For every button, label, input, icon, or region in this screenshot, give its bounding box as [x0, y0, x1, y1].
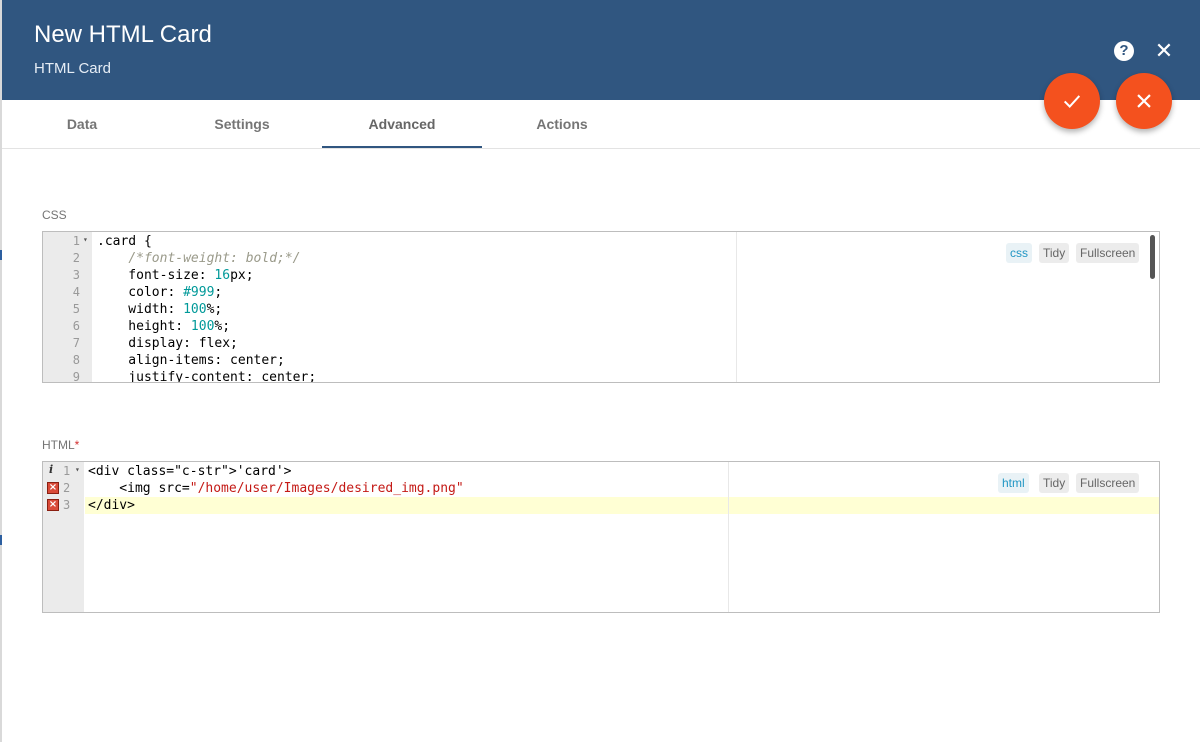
required-mark: *	[74, 438, 80, 452]
css-fullscreen-button[interactable]: Fullscreen	[1076, 243, 1140, 263]
code-line: font-size: 16px;	[97, 268, 254, 283]
error-icon: ×	[47, 499, 59, 511]
edge-mark	[0, 250, 2, 260]
code-line: </div>	[88, 498, 135, 513]
line-number: 9	[72, 370, 80, 383]
tab-settings[interactable]: Settings	[162, 100, 322, 148]
html-mode-badge: html	[998, 473, 1029, 493]
tab-advanced[interactable]: Advanced	[322, 100, 482, 148]
line-number: 7	[72, 336, 80, 350]
html-tidy-button[interactable]: Tidy	[1039, 473, 1070, 493]
error-icon: ×	[47, 482, 59, 494]
line-number: 2	[72, 251, 80, 265]
info-icon: i	[49, 463, 54, 476]
tab-bar: Data Settings Advanced Actions	[2, 100, 1200, 149]
line-number: 1	[63, 464, 71, 478]
fold-arrow-icon[interactable]: ▾	[75, 465, 80, 474]
code-line: justify-content: center;	[97, 370, 317, 383]
html-field-label: HTML*	[42, 438, 79, 452]
line-number: 4	[72, 285, 80, 299]
edge-mark	[0, 535, 2, 545]
css-editor[interactable]: 1 ▾ 2 3 4 5 6 7 8 9 .card { /*font-weigh…	[42, 231, 1160, 383]
code-line: <img src="/home/user/Images/desired_img.…	[88, 481, 464, 496]
code-line: height: 100%;	[97, 319, 231, 334]
dialog-header: New HTML Card HTML Card ? ✕	[2, 0, 1200, 100]
print-margin-line	[736, 232, 737, 382]
help-icon[interactable]: ?	[1114, 41, 1134, 61]
code-line: /*font-weight: bold;*/	[128, 251, 301, 266]
fold-arrow-icon[interactable]: ▾	[83, 235, 88, 244]
line-number: 3	[63, 498, 71, 512]
line-number: 8	[72, 353, 80, 367]
code-line: display: flex;	[97, 336, 238, 351]
print-margin-line	[728, 462, 729, 612]
code-line: .card {	[97, 234, 152, 249]
line-number: 1	[72, 234, 80, 248]
code-line: color: #999;	[97, 285, 223, 300]
dialog-title: New HTML Card	[34, 21, 212, 48]
line-number: 3	[72, 268, 80, 282]
active-line-highlight	[85, 497, 1159, 514]
css-tidy-button[interactable]: Tidy	[1039, 243, 1070, 263]
html-fullscreen-button[interactable]: Fullscreen	[1076, 473, 1140, 493]
tab-data[interactable]: Data	[2, 100, 162, 148]
code-line: align-items: center;	[97, 353, 285, 368]
css-field-label: CSS	[42, 208, 67, 222]
close-icon[interactable]: ✕	[1154, 40, 1174, 62]
css-editor-gutter: 1 ▾ 2 3 4 5 6 7 8 9	[43, 232, 92, 382]
css-mode-badge: css	[1006, 243, 1032, 263]
line-number: 5	[72, 302, 80, 316]
code-line: <div class="c-str">'card'>	[88, 464, 292, 479]
code-line: width: 100%;	[97, 302, 223, 317]
tab-actions[interactable]: Actions	[482, 100, 642, 148]
line-number: 6	[72, 319, 80, 333]
line-number: 2	[63, 481, 71, 495]
css-editor-scrollbar[interactable]	[1150, 235, 1155, 279]
html-editor[interactable]: i 1 ▾ × 2 × 3 <div class="c-str">'card'>…	[42, 461, 1160, 613]
html-label-text: HTML	[42, 438, 75, 452]
dialog-subtitle: HTML Card	[34, 60, 111, 77]
html-editor-gutter: i 1 ▾ × 2 × 3	[43, 462, 84, 612]
